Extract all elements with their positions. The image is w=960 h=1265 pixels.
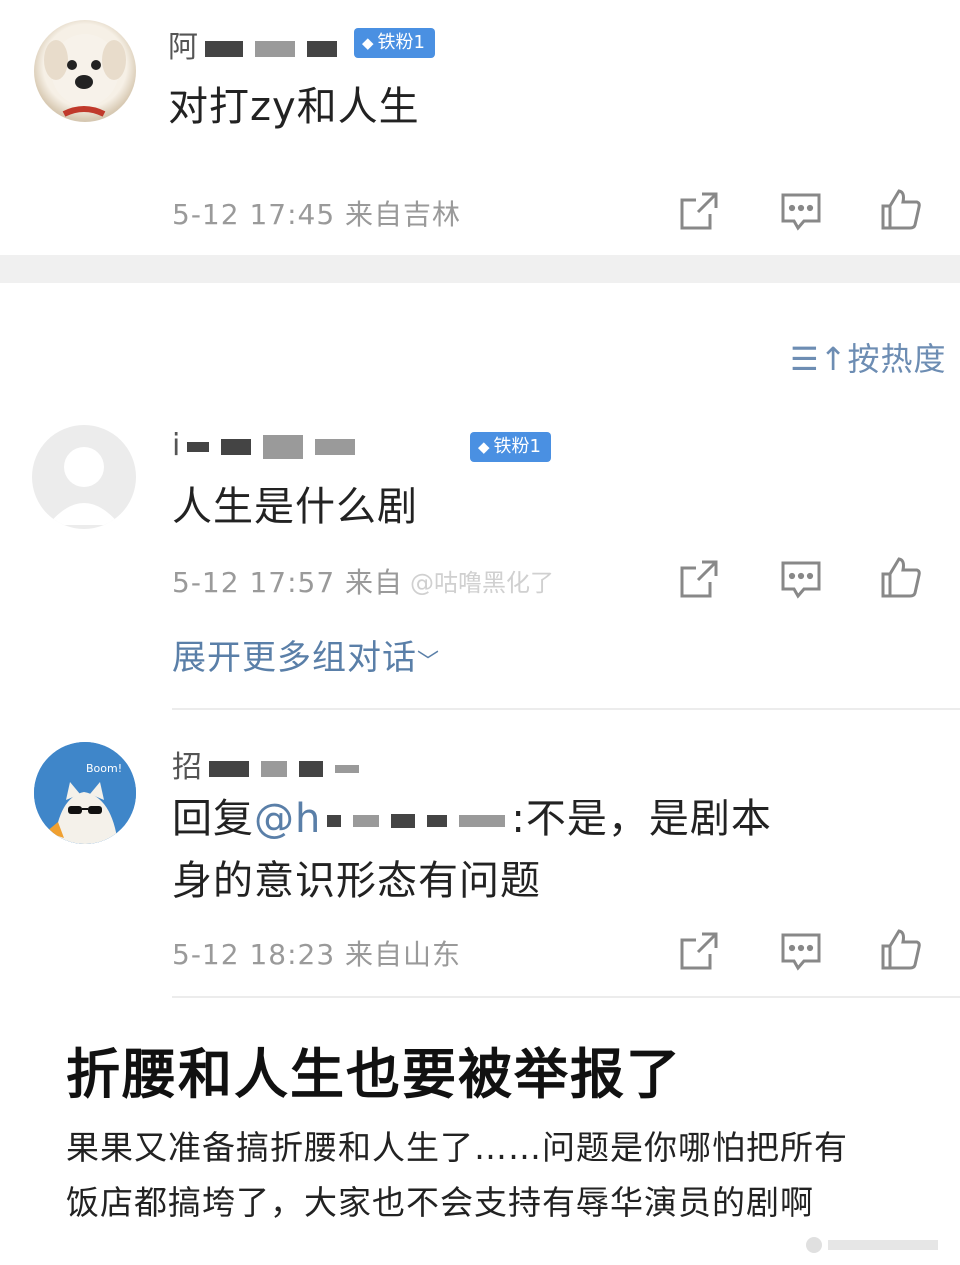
section-divider [0,255,960,283]
comment-icon[interactable] [780,930,822,972]
divider [172,708,960,710]
body-text-line-2: 饭店都搞垮了，大家也不会支持有辱华演员的剧啊 [66,1183,814,1222]
username[interactable]: 阿 [168,22,343,66]
chevron-down-icon: ﹀ [417,650,441,675]
comment-icon[interactable] [780,558,822,600]
comment-icon[interactable] [780,190,822,232]
username[interactable]: i [172,428,361,463]
svg-text:Boom!: Boom! [86,762,122,775]
comment-text: 回复@h:不是，是剧本 [172,796,772,842]
avatar[interactable] [32,425,136,529]
comment-text: 人生是什么剧 [172,484,418,530]
body-text-line-1: 果果又准备搞折腰和人生了……问题是你哪怕把所有 [66,1128,848,1167]
expand-conversation-link[interactable]: 展开更多组对话﹀ [172,630,440,679]
sort-icon: ☰↑ [790,340,848,378]
username[interactable]: 招 [172,742,365,786]
share-icon[interactable] [678,558,720,600]
comment-meta: 5-12 17:57 来自 [172,566,404,599]
avatar[interactable]: Boom! [34,742,136,844]
like-icon[interactable] [880,556,922,598]
corner-watermark [806,1234,952,1256]
avatar[interactable] [34,20,136,122]
sort-button[interactable]: ☰↑按热度 [790,334,947,380]
headline: 折腰和人生也要被举报了 [66,1043,682,1106]
comment-text-continued: 身的意识形态有问题 [172,858,541,904]
share-icon[interactable] [678,190,720,232]
divider [172,996,960,998]
share-icon[interactable] [678,930,720,972]
comment-meta: 5-12 18:23 来自山东 [172,938,462,971]
watermark: @咕噜黑化了 [410,569,554,597]
fan-badge: ◆ 铁粉1 [354,28,435,58]
mention-link[interactable]: @h [254,796,511,842]
like-icon[interactable] [880,928,922,970]
fan-badge: ◆ 铁粉1 [470,432,551,462]
comment-meta: 5-12 17:45 来自吉林 [172,198,462,231]
like-icon[interactable] [880,188,922,230]
comment-text: 对打zy和人生 [168,84,420,130]
